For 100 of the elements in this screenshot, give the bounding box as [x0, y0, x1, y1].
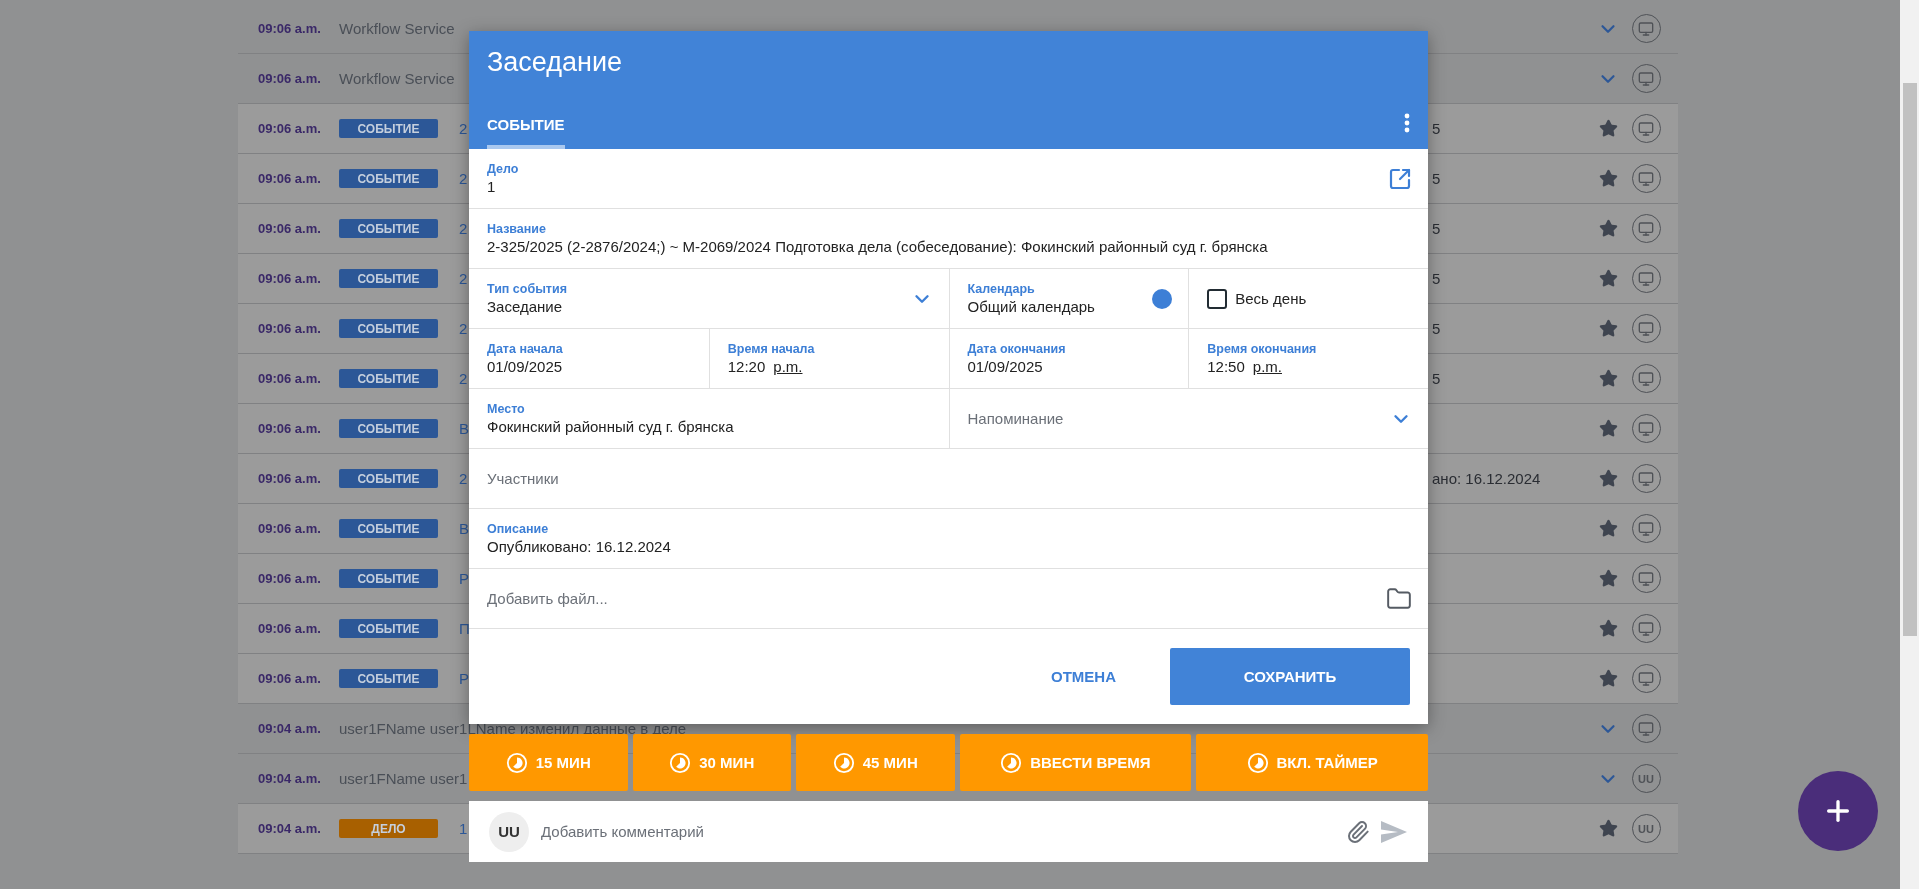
- star-icon[interactable]: [1598, 519, 1618, 538]
- entry-note: 5: [1432, 370, 1442, 387]
- entry-text: Р: [459, 570, 469, 587]
- monitor-icon: [1638, 270, 1654, 287]
- time-label: 09:06 a.m.: [258, 171, 322, 186]
- time-label: 09:06 a.m.: [258, 671, 322, 686]
- monitor-icon: [1638, 570, 1654, 587]
- time-label: 09:06 a.m.: [258, 321, 322, 336]
- more-menu-button[interactable]: [1404, 113, 1410, 133]
- field-label: Время начала: [727, 340, 816, 357]
- dialog-tab[interactable]: СОБЫТИЕ: [487, 116, 565, 149]
- star-icon[interactable]: [1598, 119, 1618, 138]
- time-label: 09:06 a.m.: [258, 71, 322, 86]
- field-placeholder[interactable]: Напоминание: [967, 410, 1382, 427]
- monitor-icon: [1638, 670, 1654, 687]
- field-label: Описание: [487, 520, 550, 537]
- time-label: 09:06 a.m.: [258, 221, 322, 236]
- monitor-icon: [1638, 720, 1654, 737]
- entry-text: 2: [459, 370, 468, 387]
- field-value[interactable]: Заседание: [487, 296, 903, 317]
- monitor-icon: [1638, 70, 1654, 87]
- type-badge: СОБЫТИЕ: [339, 419, 438, 438]
- time-label: 09:06 a.m.: [258, 521, 322, 536]
- star-icon[interactable]: [1598, 569, 1618, 588]
- entry-text: В: [459, 420, 469, 437]
- entry-text: user1FName user1: [339, 770, 468, 787]
- user-avatar: UU: [489, 811, 529, 852]
- star-icon[interactable]: [1598, 469, 1618, 488]
- field-label: Дело: [487, 160, 520, 177]
- send-icon[interactable]: [1380, 819, 1408, 844]
- type-badge: СОБЫТИЕ: [339, 319, 438, 338]
- entry-text: 2: [459, 470, 468, 487]
- time-label: 09:06 a.m.: [258, 421, 322, 436]
- star-icon[interactable]: [1598, 319, 1618, 338]
- field-value[interactable]: 01/09/2025: [487, 356, 693, 377]
- more-vertical-icon: [1404, 113, 1410, 133]
- monitor-icon: [1638, 520, 1654, 537]
- field-value[interactable]: 2-325/2025 (2-2876/2024;) ~ М-2069/2024 Подготовка дела (собеседование): Фокинский районный суд г. брянска: [487, 236, 1412, 257]
- star-icon[interactable]: [1598, 669, 1618, 688]
- monitor-icon: [1638, 20, 1654, 37]
- field-value[interactable]: 01/09/2025: [967, 356, 1173, 377]
- field-value[interactable]: Фокинский районный суд г. брянска: [487, 416, 933, 437]
- time-label: 09:06 a.m.: [258, 471, 322, 486]
- star-icon[interactable]: [1598, 219, 1618, 238]
- checkbox[interactable]: [1207, 288, 1228, 309]
- time-label: 09:06 a.m.: [258, 21, 322, 36]
- field-label: Место: [487, 400, 526, 417]
- entry-text: 2: [459, 120, 468, 137]
- type-badge: СОБЫТИЕ: [339, 469, 438, 488]
- monitor-icon: [1638, 370, 1654, 387]
- type-badge: СОБЫТИЕ: [339, 569, 438, 588]
- timelapse-icon: [832, 751, 855, 774]
- cancel-button[interactable]: ОТМЕНА: [1039, 658, 1128, 695]
- folder-icon[interactable]: [1386, 585, 1412, 612]
- star-icon[interactable]: [1598, 619, 1618, 638]
- monitor-icon: [1638, 420, 1654, 437]
- entry-text: 2: [459, 220, 468, 237]
- comment-field[interactable]: UU Добавить комментарий: [469, 801, 1428, 862]
- time-label: 09:06 a.m.: [258, 271, 322, 286]
- star-icon[interactable]: [1598, 419, 1618, 438]
- timelapse-icon: [669, 751, 692, 774]
- entry-text: Workflow Service: [339, 20, 455, 37]
- scrollbar[interactable]: [1900, 0, 1919, 889]
- field-placeholder[interactable]: Добавить файл...: [487, 590, 1378, 607]
- timelapse-icon: [1000, 751, 1023, 774]
- time-label: 09:06 a.m.: [258, 371, 322, 386]
- timelapse-icon: [505, 751, 528, 774]
- entry-note: 5: [1432, 170, 1442, 187]
- entry-text: 2: [459, 320, 468, 337]
- field-value[interactable]: Общий календарь: [967, 296, 1145, 317]
- field-value[interactable]: Опубликовано: 16.12.2024: [487, 536, 1412, 557]
- open-external-icon[interactable]: [1388, 166, 1412, 191]
- timelapse-icon: [1246, 751, 1269, 774]
- type-badge: СОБЫТИЕ: [339, 269, 438, 288]
- type-badge: СОБЫТИЕ: [339, 169, 438, 188]
- entry-text: 2: [459, 270, 468, 287]
- star-icon[interactable]: [1598, 369, 1618, 388]
- paperclip-icon[interactable]: [1346, 819, 1370, 844]
- entry-text: 1: [459, 820, 468, 837]
- entry-text: 2: [459, 170, 468, 187]
- entry-note: 5: [1432, 270, 1442, 287]
- type-badge: СОБЫТИЕ: [339, 669, 438, 688]
- time-value[interactable]: 12:50 p.m.: [1207, 356, 1412, 377]
- field-label: Название: [487, 220, 547, 237]
- entry-note: 5: [1432, 220, 1442, 237]
- star-icon[interactable]: [1598, 169, 1618, 188]
- time-value[interactable]: 12:20 p.m.: [727, 356, 933, 377]
- time-label: 09:06 a.m.: [258, 121, 322, 136]
- field-label: Тип события: [487, 280, 568, 297]
- field-placeholder[interactable]: Участники: [487, 470, 1412, 487]
- entry-note: 5: [1432, 320, 1442, 337]
- time-label: 09:06 a.m.: [258, 621, 322, 636]
- star-icon[interactable]: [1598, 269, 1618, 288]
- monitor-icon: [1638, 120, 1654, 137]
- type-badge: СОБЫТИЕ: [339, 519, 438, 538]
- type-badge: СОБЫТИЕ: [339, 369, 438, 388]
- save-button[interactable]: СОХРАНИТЬ: [1170, 648, 1410, 705]
- monitor-icon: [1638, 470, 1654, 487]
- star-icon[interactable]: [1598, 819, 1618, 838]
- field-value[interactable]: 1: [487, 176, 1380, 197]
